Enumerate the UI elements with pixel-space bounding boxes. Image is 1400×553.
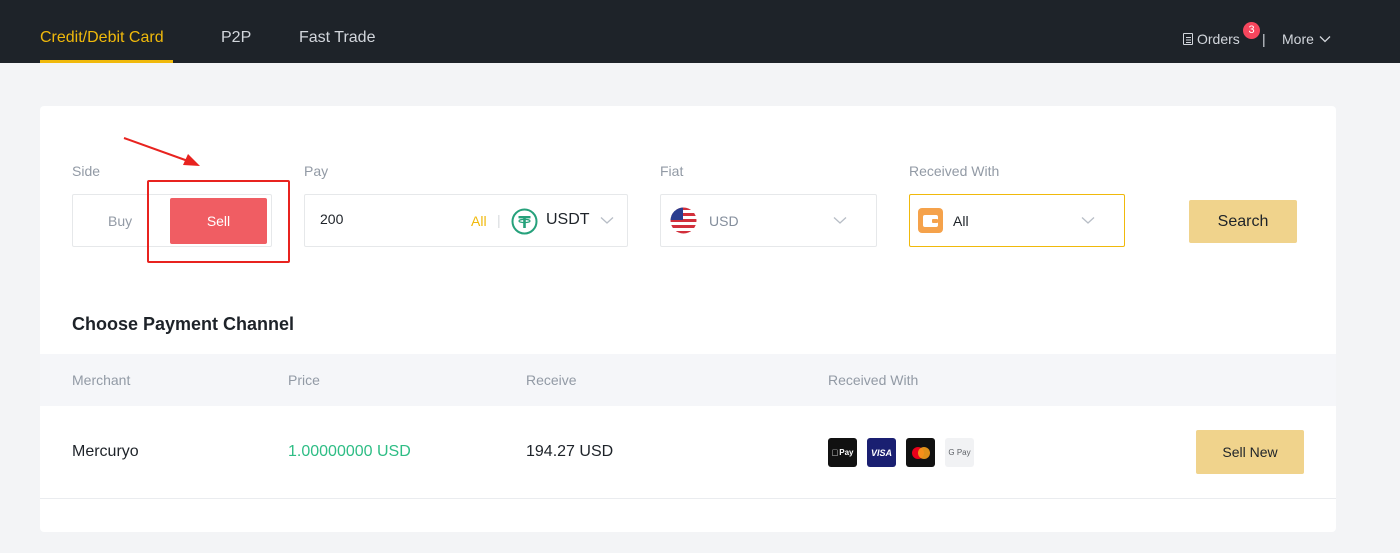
merchant-name: Mercuryo [72,443,139,460]
received-with-value: All [953,213,969,229]
chevron-down-icon[interactable] [600,216,614,225]
chevron-down-icon [1081,217,1095,224]
column-header-receive: Receive [526,372,577,388]
fiat-value: USD [709,213,739,229]
us-flag-icon [670,207,697,234]
more-label: More [1282,31,1314,47]
wallet-icon [918,208,943,233]
annotation-arrow-icon [123,137,200,166]
fiat-label: Fiat [660,163,684,179]
annotation-highlight-box [147,180,290,263]
pay-separator: | [497,212,501,228]
chevron-down-icon [833,217,847,224]
row-divider [40,498,1336,499]
tether-icon [511,208,538,235]
document-icon [1183,33,1193,45]
column-header-received-with: Received With [828,372,919,388]
orders-label: Orders [1197,31,1240,47]
nav-divider: | [1262,31,1266,47]
column-header-price: Price [288,372,320,388]
pay-amount-input[interactable] [320,211,440,227]
orders-count-badge: 3 [1243,22,1260,39]
tab-fast-trade[interactable]: Fast Trade [299,29,375,47]
column-header-merchant: Merchant [72,372,131,388]
table-header [40,354,1336,406]
pay-label: Pay [304,163,329,179]
pay-currency-select[interactable]: USDT [546,211,590,229]
apple-pay-icon: Pay [828,438,857,467]
visa-icon: VISA [867,438,896,467]
price-value: 1.00000000 USD [288,443,411,460]
receive-value: 194.27 USD [526,443,614,460]
google-pay-icon: G Pay [945,438,974,467]
chevron-down-icon [1319,36,1331,43]
search-button[interactable]: Search [1189,200,1297,243]
tab-p2p[interactable]: P2P [221,29,251,47]
orders-link[interactable]: Orders [1183,31,1240,47]
buy-button[interactable]: Buy [108,213,132,229]
section-title: Choose Payment Channel [72,314,295,334]
pay-all-button[interactable]: All [471,213,487,229]
mastercard-icon [906,438,935,467]
more-menu[interactable]: More [1282,31,1331,47]
sell-new-button[interactable]: Sell New [1196,430,1304,474]
received-with-label: Received With [909,163,1000,179]
